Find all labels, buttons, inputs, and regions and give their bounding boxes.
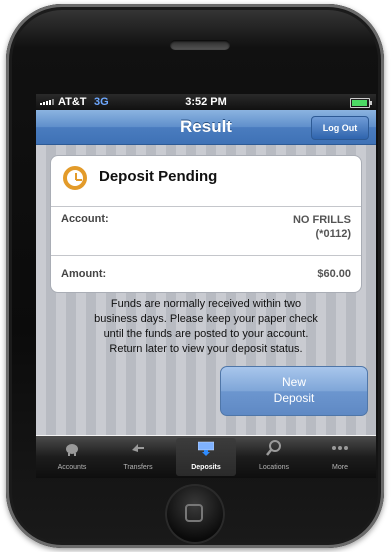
info-line: until the funds are posted to your accou… xyxy=(103,328,309,340)
home-square-icon xyxy=(185,504,203,522)
tab-accounts[interactable]: Accounts xyxy=(42,438,102,476)
amount-value: $60.00 xyxy=(317,268,351,280)
tab-label: Deposits xyxy=(191,464,221,471)
amount-label: Amount: xyxy=(61,268,107,280)
tab-deposits[interactable]: Deposits xyxy=(176,438,236,476)
new-deposit-label-line2: Deposit xyxy=(273,391,315,405)
transfer-arrows-icon xyxy=(132,444,144,452)
piggy-bank-icon xyxy=(66,444,78,456)
account-number: (*0112) xyxy=(315,228,351,240)
clock-icon xyxy=(63,166,87,190)
amount-row: Amount: $60.00 xyxy=(51,256,361,292)
deposit-check-icon xyxy=(198,441,214,456)
tab-locations[interactable]: Locations xyxy=(244,438,304,476)
account-name: NO FRILLS xyxy=(292,214,351,226)
logout-button[interactable]: Log Out xyxy=(311,116,369,140)
account-row: Account: NO FRILLS (*0112) xyxy=(51,207,361,256)
new-deposit-button[interactable]: New Deposit xyxy=(220,366,368,416)
tab-label: More xyxy=(332,464,348,471)
tab-label: Locations xyxy=(259,464,289,471)
magnifier-icon xyxy=(266,440,281,456)
phone-screen: AT&T 3G 3:52 PM Result Log Out Deposit P… xyxy=(36,94,376,478)
status-time: 3:52 PM xyxy=(185,96,227,108)
deposit-status-title: Deposit Pending xyxy=(99,168,218,185)
new-deposit-label-line1: New xyxy=(281,375,306,389)
tab-label: Accounts xyxy=(57,464,87,471)
card-header: Deposit Pending xyxy=(51,156,361,207)
status-bar: AT&T 3G 3:52 PM xyxy=(36,94,376,110)
account-label: Account: xyxy=(61,213,109,225)
more-dots-icon xyxy=(332,446,348,450)
info-line: business days. Please keep your paper ch… xyxy=(94,313,318,325)
account-value: NO FRILLS (*0112) xyxy=(293,213,351,241)
tab-transfers[interactable]: Transfers xyxy=(108,438,168,476)
result-content: Deposit Pending Account: NO FRILLS (*011… xyxy=(36,145,376,435)
deposit-info-text: Funds are normally received within two b… xyxy=(44,297,368,357)
deposit-result-card: Deposit Pending Account: NO FRILLS (*011… xyxy=(50,155,362,293)
tab-more[interactable]: More xyxy=(310,438,370,476)
navigation-bar: Result Log Out xyxy=(36,110,376,145)
tab-bar: Accounts Transfers Deposits Locations Mo… xyxy=(36,436,376,478)
battery-icon xyxy=(350,98,372,108)
iphone-device: AT&T 3G 3:52 PM Result Log Out Deposit P… xyxy=(6,4,384,548)
info-line: Funds are normally received within two xyxy=(110,298,302,310)
info-line: Return later to view your deposit status… xyxy=(109,343,303,355)
earpiece-speaker xyxy=(170,40,230,50)
home-button[interactable] xyxy=(165,484,225,544)
tab-label: Transfers xyxy=(123,464,153,471)
